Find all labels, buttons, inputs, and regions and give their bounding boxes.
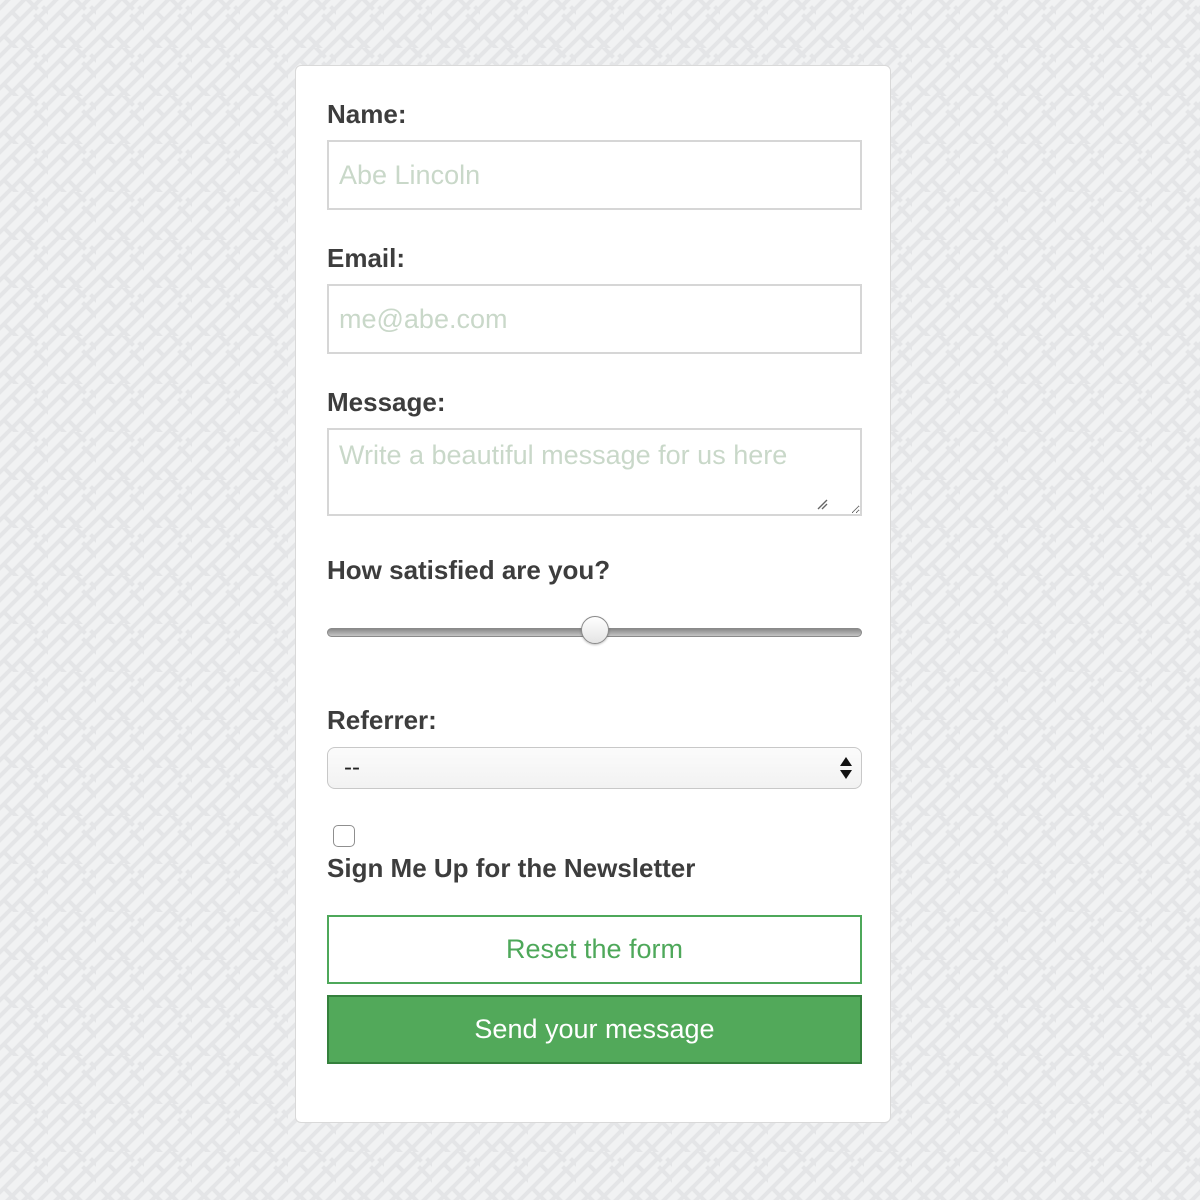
email-input[interactable] (327, 284, 862, 354)
name-input[interactable] (327, 140, 862, 210)
reset-button[interactable]: Reset the form (327, 915, 862, 984)
resize-grip-icon[interactable] (816, 498, 828, 510)
up-down-arrows-icon (840, 757, 852, 779)
message-field-wrapper (296, 428, 892, 516)
satisfaction-label: How satisfied are you? (327, 555, 611, 585)
message-textarea[interactable] (327, 428, 862, 516)
referrer-selected-value: -- (344, 754, 360, 781)
contact-form-card: Name: Email: Message: How satisfied are … (295, 65, 891, 1123)
name-label: Name: (327, 99, 407, 129)
send-button[interactable]: Send your message (327, 995, 862, 1064)
referrer-select[interactable]: -- (327, 747, 862, 789)
referrer-label: Referrer: (327, 705, 437, 735)
newsletter-checkbox[interactable] (333, 825, 355, 847)
newsletter-label: Sign Me Up for the Newsletter (327, 853, 696, 883)
satisfaction-slider[interactable] (327, 614, 862, 650)
email-label: Email: (327, 243, 406, 273)
slider-thumb[interactable] (580, 616, 609, 644)
message-label: Message: (327, 387, 446, 417)
